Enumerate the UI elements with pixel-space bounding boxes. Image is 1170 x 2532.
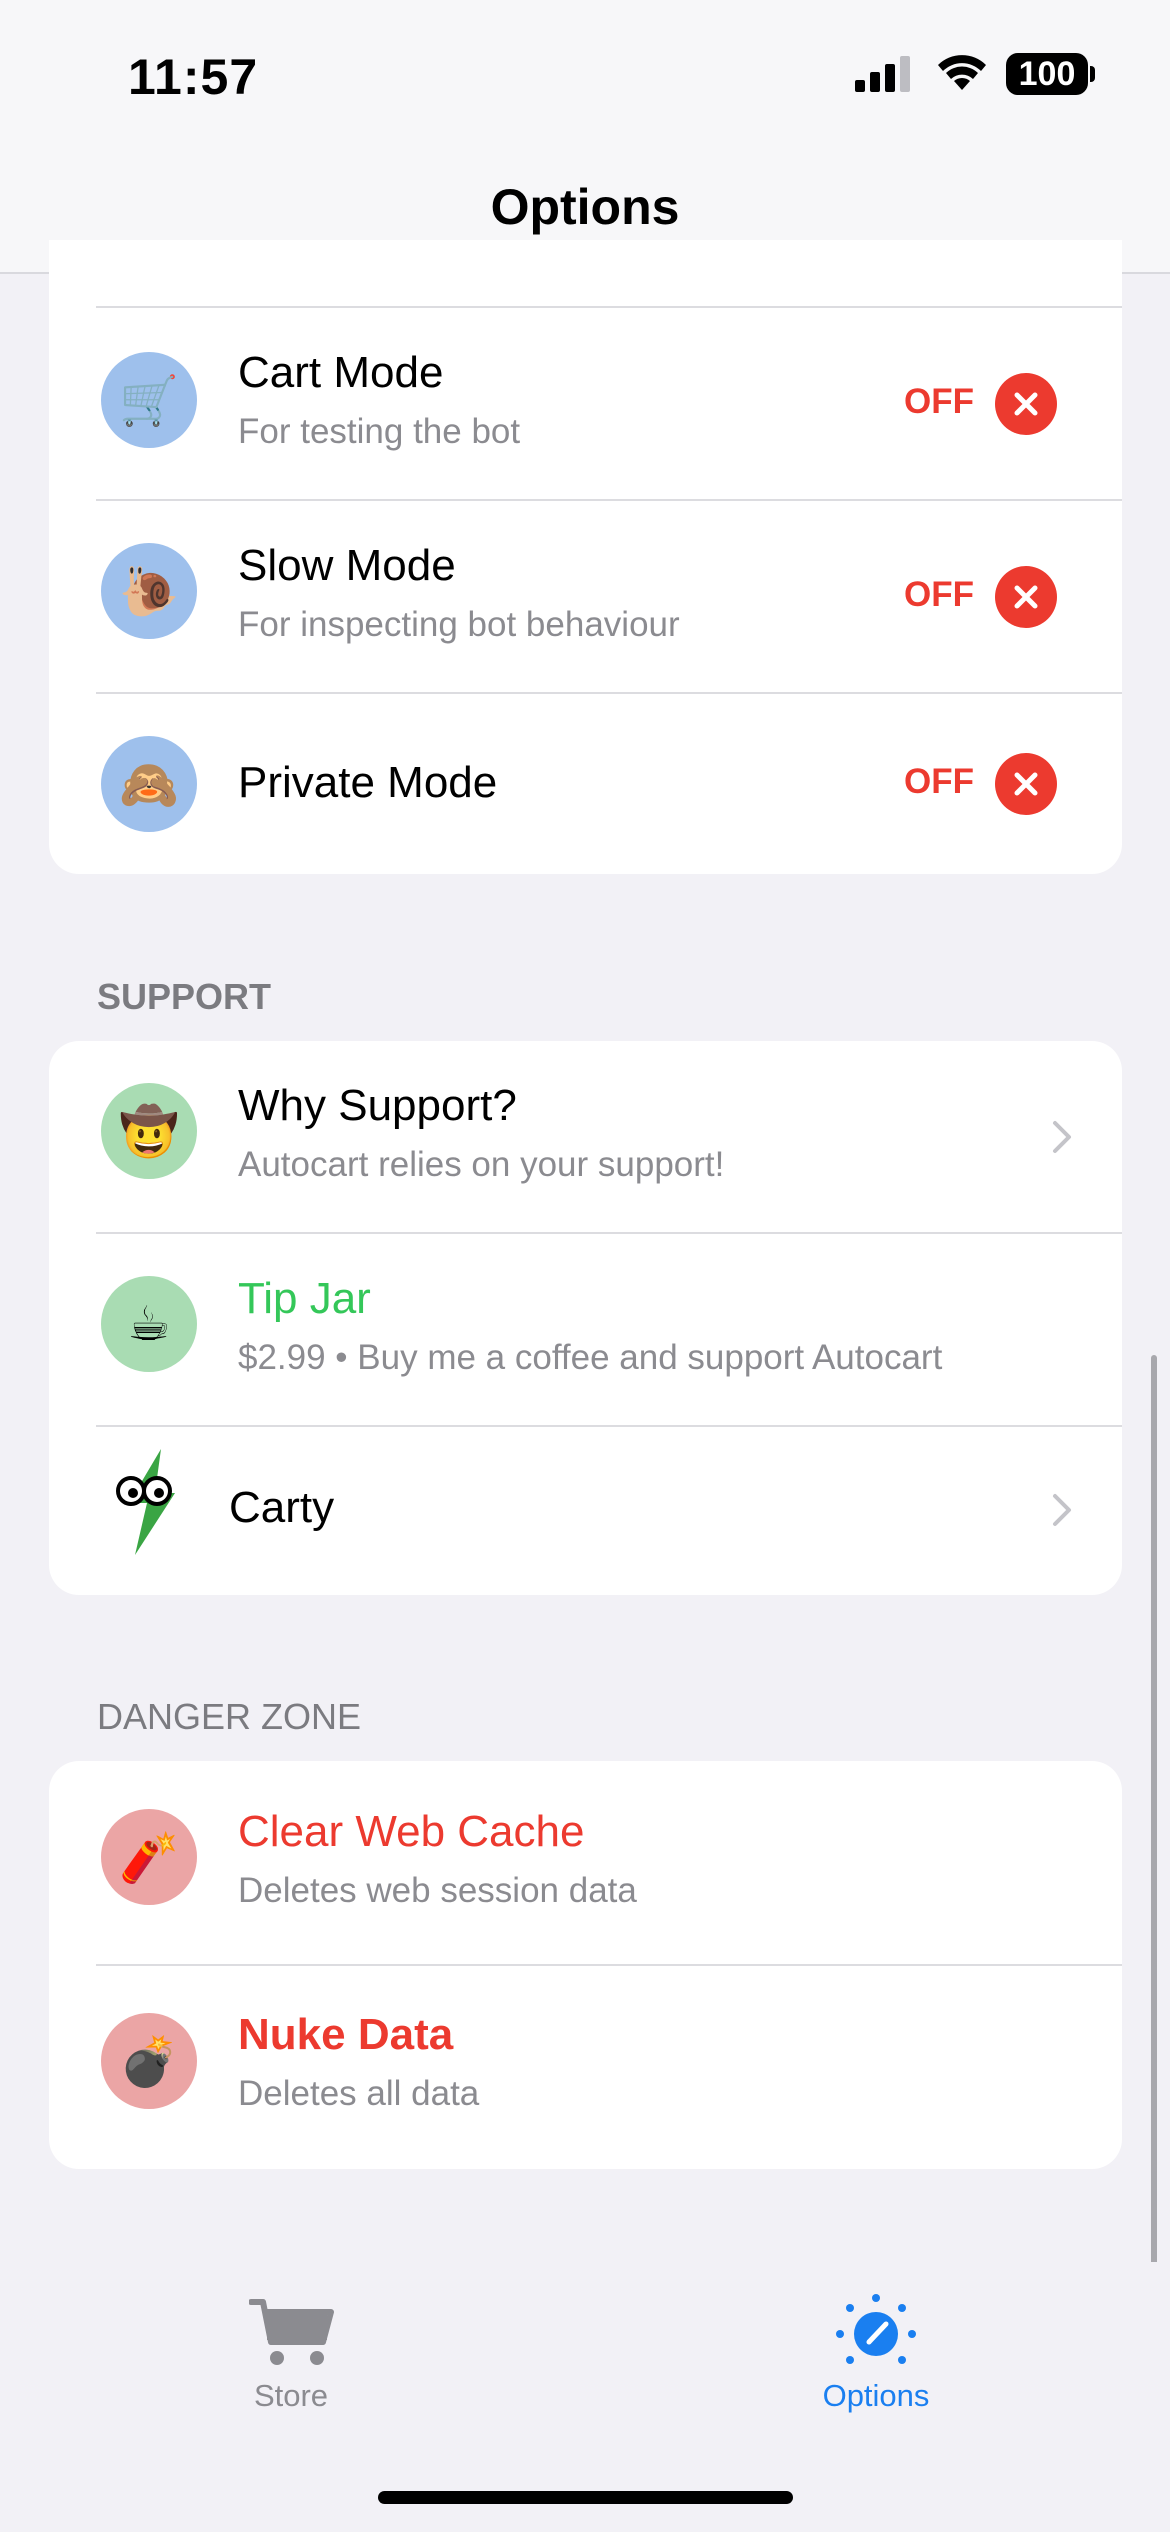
mode-state-label: OFF xyxy=(904,382,974,421)
mode-row-private[interactable]: 🙈 Private Mode OFF xyxy=(49,694,1122,874)
mode-title: Slow Mode xyxy=(238,541,456,590)
battery-indicator: 100 xyxy=(1006,53,1088,95)
home-indicator xyxy=(378,2491,793,2504)
bomb-icon: 💣 xyxy=(101,2013,197,2109)
nuke-data-subtitle: Deletes all data xyxy=(238,2074,480,2113)
mode-state-label: OFF xyxy=(904,762,974,801)
danger-row-nuke[interactable]: 💣 Nuke Data Deletes all data xyxy=(49,1966,1122,2169)
cart-tab-icon xyxy=(249,2299,334,2365)
support-title: Why Support? xyxy=(238,1081,517,1130)
tip-jar-subtitle: $2.99 • Buy me a coffee and support Auto… xyxy=(238,1338,943,1377)
chevron-right-icon xyxy=(1053,1494,1071,1526)
mode-title: Private Mode xyxy=(238,758,498,807)
danger-card: 🧨 Clear Web Cache Deletes web session da… xyxy=(49,1761,1122,2169)
carty-lightning-icon xyxy=(116,1449,175,1555)
support-row-why[interactable]: 🤠 Why Support? Autocart relies on your s… xyxy=(49,1041,1122,1233)
mode-row-slow[interactable]: 🐌 Slow Mode For inspecting bot behaviour… xyxy=(49,501,1122,693)
cellular-signal-icon xyxy=(855,56,910,92)
gauge-tab-icon xyxy=(836,2294,916,2364)
support-row-tip-jar[interactable]: ☕ Tip Jar $2.99 • Buy me a coffee and su… xyxy=(49,1234,1122,1426)
support-card: 🤠 Why Support? Autocart relies on your s… xyxy=(49,1041,1122,1595)
battery-nub xyxy=(1090,66,1095,82)
tab-options[interactable]: Options xyxy=(776,2294,976,2418)
tab-label-options: Options xyxy=(822,2378,930,2413)
tab-label-store: Store xyxy=(253,2378,329,2413)
toggle-off-button[interactable] xyxy=(995,373,1057,435)
cowboy-face-icon: 🤠 xyxy=(101,1083,197,1179)
section-header-support: SUPPORT xyxy=(97,976,272,1017)
chevron-right-icon xyxy=(1053,1121,1071,1153)
danger-row-clear-cache[interactable]: 🧨 Clear Web Cache Deletes web session da… xyxy=(49,1761,1122,1964)
mode-subtitle: For testing the bot xyxy=(238,412,521,451)
close-icon xyxy=(1014,392,1038,416)
section-header-danger: DANGER ZONE xyxy=(97,1696,362,1737)
tip-jar-title: Tip Jar xyxy=(238,1274,371,1323)
wifi-icon xyxy=(938,55,986,90)
modes-card: 🛒 Cart Mode For testing the bot OFF 🐌 Sl… xyxy=(49,240,1122,874)
clear-cache-subtitle: Deletes web session data xyxy=(238,1871,637,1910)
scroll-indicator[interactable] xyxy=(1151,1355,1157,2275)
toggle-off-button[interactable] xyxy=(995,566,1057,628)
cart-icon: 🛒 xyxy=(101,352,197,448)
support-subtitle: Autocart relies on your support! xyxy=(238,1145,725,1184)
mode-state-label: OFF xyxy=(904,575,974,614)
nuke-data-title: Nuke Data xyxy=(238,2010,454,2059)
coffee-icon: ☕ xyxy=(101,1276,197,1372)
page-title: Options xyxy=(490,179,680,235)
status-time: 11:57 xyxy=(128,49,259,105)
toggle-off-button[interactable] xyxy=(995,753,1057,815)
mode-title: Cart Mode xyxy=(238,348,444,397)
snail-icon: 🐌 xyxy=(101,543,197,639)
support-row-carty[interactable]: Carty xyxy=(49,1427,1122,1595)
mode-subtitle: For inspecting bot behaviour xyxy=(238,605,680,644)
firecracker-icon: 🧨 xyxy=(101,1809,197,1905)
clear-cache-title: Clear Web Cache xyxy=(238,1807,585,1856)
see-no-evil-monkey-icon: 🙈 xyxy=(101,736,197,832)
mode-row-cart[interactable]: 🛒 Cart Mode For testing the bot OFF xyxy=(49,308,1122,500)
support-title: Carty xyxy=(229,1483,335,1532)
tab-store[interactable]: Store xyxy=(191,2298,391,2418)
close-icon xyxy=(1014,585,1038,609)
close-icon xyxy=(1014,772,1038,796)
status-bar: 11:57 100 xyxy=(0,0,1170,150)
